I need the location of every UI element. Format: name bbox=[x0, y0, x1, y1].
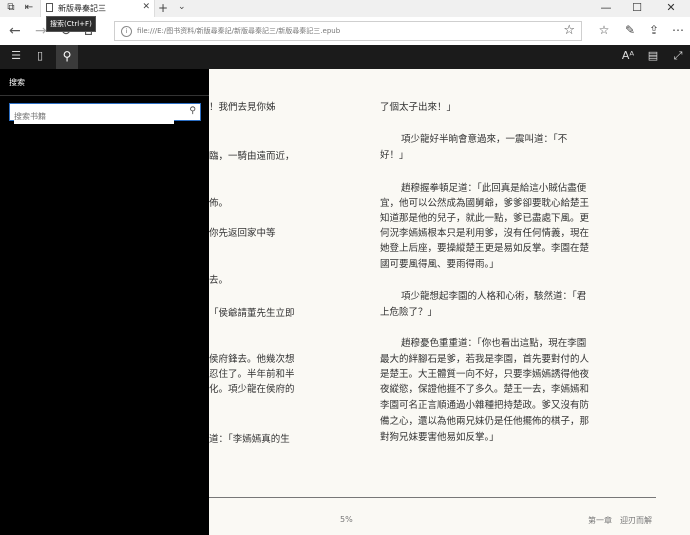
right-line: 對狗兄妹要害他易如反掌。」 bbox=[380, 432, 499, 443]
left-line: 道：「李嫣嫣真的生 bbox=[209, 434, 290, 445]
address-field[interactable]: i file:///E:/图书资料/新版尋秦記/新版尋秦記三/新版尋秦記三.ep… bbox=[114, 21, 582, 41]
search-tooltip: 搜索(Ctrl+F) bbox=[46, 16, 96, 32]
left-line: 「侯爺請董先生立即 bbox=[209, 308, 295, 319]
back-icon[interactable]: ← bbox=[9, 23, 21, 39]
right-line: 國可要風得風、要雨得雨。」 bbox=[380, 259, 499, 270]
tab-bar: ⧉ ⇤ 新版尋秦記三 ✕ + ⌄ — ☐ ✕ bbox=[0, 0, 690, 17]
forward-icon[interactable]: → bbox=[35, 23, 47, 39]
set-aside-tabs-icon[interactable]: ⇤ bbox=[22, 1, 36, 15]
right-line: 項少龍想起李園的人格和心術，駭然道：「君 bbox=[401, 291, 587, 302]
share-icon[interactable]: ⇪ bbox=[646, 23, 662, 37]
left-line: 侯府鋒去。他幾次想 bbox=[209, 354, 295, 365]
right-line: 李園可名正言順通過小雜種把持楚政。爹又沒有防 bbox=[380, 400, 590, 411]
left-line: 佈。 bbox=[209, 198, 229, 209]
search-input[interactable] bbox=[14, 109, 174, 124]
more-icon[interactable]: ⋯ bbox=[670, 23, 686, 37]
bookmarks-icon[interactable]: ▯ bbox=[32, 49, 48, 62]
right-line: 何況李嫣嫣根本只是利用爹，沒有任何情義，現在 bbox=[380, 228, 590, 239]
close-window-icon[interactable]: ✕ bbox=[664, 1, 678, 14]
right-line: 好！」 bbox=[380, 150, 409, 161]
minimize-icon[interactable]: — bbox=[599, 1, 613, 14]
right-line: 她登上后座，要操縱楚王更是易如反掌。李園在楚 bbox=[380, 243, 590, 254]
right-line: 項少龍好半晌會意過來，一震叫道：「不 bbox=[401, 134, 568, 145]
pen-icon[interactable]: ✎ bbox=[622, 23, 638, 37]
progress-percent: 5% bbox=[340, 515, 353, 524]
panel-divider bbox=[0, 95, 209, 96]
right-line: 備之心，還以為他兩兄妹仍是任他擺佈的棋子，那 bbox=[380, 416, 590, 427]
search-panel: 搜索 ⚲ bbox=[0, 69, 209, 535]
right-line: 知道那是他的兒子，就此一點，爹已盡處下風。更 bbox=[380, 213, 590, 224]
tab-list-chevron-icon[interactable]: ⌄ bbox=[178, 2, 186, 12]
left-line: 化。項少龍在侯府的 bbox=[209, 384, 295, 395]
right-line: 趙穆握拳頓足道：「此回真是給這小賊佔盡便 bbox=[401, 183, 587, 194]
tab-title: 新版尋秦記三 bbox=[58, 4, 106, 13]
right-line: 夜縱慾，保證他捱不了多久。楚王一去，李嫣嫣和 bbox=[380, 384, 590, 395]
left-line: ！我們去見你姊 bbox=[209, 102, 276, 113]
search-magnifier-icon[interactable]: ⚲ bbox=[189, 106, 196, 116]
new-tab-icon[interactable]: + bbox=[158, 1, 168, 15]
search-button[interactable]: ⚲ bbox=[56, 45, 78, 69]
fullscreen-icon[interactable]: ⤢ bbox=[670, 49, 686, 63]
tab-preview-icon[interactable]: ⧉ bbox=[4, 1, 18, 15]
active-tab[interactable]: 新版尋秦記三 ✕ bbox=[40, 0, 155, 17]
right-line: 趙穆憂色重重道：「你也看出這點，現在李園 bbox=[401, 338, 587, 349]
chapter-title[interactable]: 第一章 迎刃而解 bbox=[588, 515, 652, 526]
search-icon: ⚲ bbox=[62, 49, 72, 63]
reader-toolbar: ☰ ▯ ⚲ Aᴬ ▤ ⤢ bbox=[0, 45, 690, 69]
left-line: 忍住了。半年前和半 bbox=[209, 369, 295, 380]
close-tab-icon[interactable]: ✕ bbox=[142, 2, 150, 12]
document-icon bbox=[46, 3, 53, 12]
right-line: 最大的絆腳石是爹，若我是李園，首先要對付的人 bbox=[380, 354, 590, 365]
right-line: 了個太子出來！」 bbox=[380, 102, 457, 113]
right-line: 是楚王。大王體質一向不好，只要李嫣嫣誘得他夜 bbox=[380, 369, 590, 380]
info-icon[interactable]: i bbox=[121, 26, 132, 37]
search-panel-title: 搜索 bbox=[9, 78, 25, 87]
left-line: 去。 bbox=[209, 275, 229, 286]
favorites-hub-icon[interactable]: ☆ bbox=[596, 23, 612, 37]
progress-line[interactable] bbox=[209, 497, 656, 498]
left-line: 你先返回家中等 bbox=[209, 228, 276, 239]
right-line: 上危險了？」 bbox=[380, 307, 438, 318]
right-line: 宜，他可以公然成為國舅爺，爹爹卻要耽心給楚王 bbox=[380, 198, 590, 209]
text-options-icon[interactable]: Aᴬ bbox=[620, 49, 636, 62]
search-box[interactable]: ⚲ bbox=[9, 103, 201, 124]
url-text: file:///E:/图书资料/新版尋秦記/新版尋秦記三/新版尋秦記三.epub bbox=[137, 27, 341, 35]
left-line: 臨，一騎由遠而近， bbox=[209, 151, 295, 162]
address-toolbar: ← → ↻ ⌂ i file:///E:/图书资料/新版尋秦記/新版尋秦記三/新… bbox=[0, 17, 690, 46]
read-aloud-icon[interactable]: ▤ bbox=[645, 49, 661, 62]
contents-icon[interactable]: ☰ bbox=[8, 49, 24, 62]
maximize-icon[interactable]: ☐ bbox=[630, 1, 644, 14]
favorite-star-icon[interactable]: ☆ bbox=[563, 23, 575, 38]
